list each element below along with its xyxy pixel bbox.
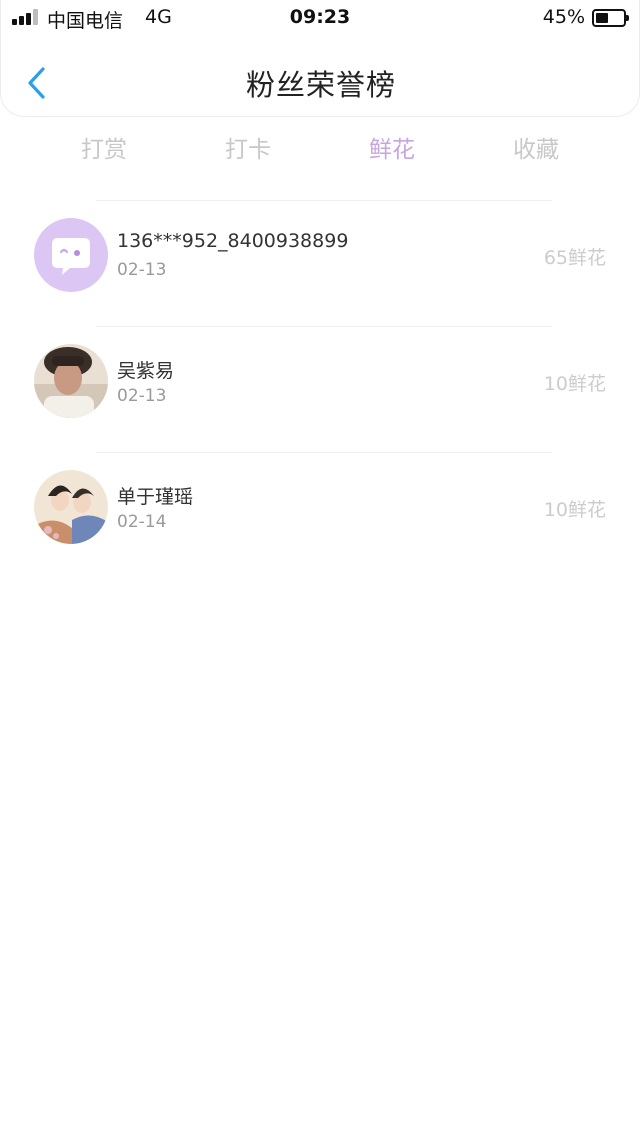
divider [96,326,552,327]
fan-date: 02-13 [117,386,167,406]
battery-percentage: 45% [542,6,585,28]
page-title: 粉丝荣誉榜 [245,68,396,102]
chat-bubble-icon [34,218,108,292]
flower-count: 10鲜花 [543,499,606,521]
flower-count: 65鲜花 [543,247,606,269]
tab-checkin[interactable]: 打卡 [176,130,320,170]
fan-name: 136***952_8400938899 [117,230,349,252]
avatar [34,218,108,292]
battery-icon [592,9,629,27]
person-photo-icon [34,344,108,418]
tab-flowers[interactable]: 鲜花 [320,130,464,170]
fan-name: 单于瑾瑶 [117,486,194,508]
fan-row[interactable]: 单于瑾瑶 02-14 10鲜花 [0,452,640,578]
fan-date: 02-13 [117,260,167,280]
tab-bar: 打赏 打卡 鲜花 收藏 [32,130,608,170]
fan-name: 吴紫易 [117,360,175,382]
status-bar: 中国电信 4G 09:23 45% [0,0,640,36]
illustration-icon [34,470,108,544]
fan-row[interactable]: 136***952_8400938899 02-13 65鲜花 [0,200,640,326]
flower-count: 10鲜花 [543,373,606,395]
battery-level [596,13,608,23]
divider [96,200,552,201]
fan-list: 136***952_8400938899 02-13 65鲜花 吴紫易 02-1… [0,200,640,578]
fan-date: 02-14 [117,512,167,532]
avatar [34,470,108,544]
tab-reward[interactable]: 打赏 [32,130,176,170]
fan-row[interactable]: 吴紫易 02-13 10鲜花 [0,326,640,452]
avatar [34,344,108,418]
divider [96,452,552,453]
tab-favorites[interactable]: 收藏 [464,130,608,170]
